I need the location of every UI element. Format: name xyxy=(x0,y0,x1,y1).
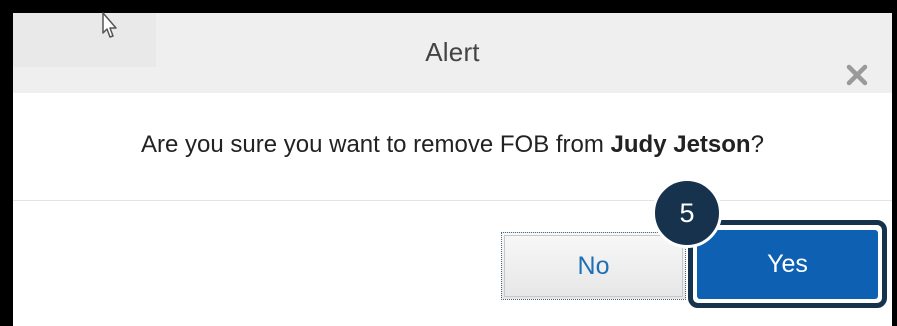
dialog-header: Alert xyxy=(13,12,892,93)
step-number-badge: 5 xyxy=(652,178,722,248)
footer-divider xyxy=(13,200,892,201)
dialog-body: Are you sure you want to remove FOB from… xyxy=(13,93,892,200)
confirmation-message: Are you sure you want to remove FOB from… xyxy=(13,131,892,159)
message-suffix: ? xyxy=(750,131,764,158)
dialog-title: Alert xyxy=(425,37,480,67)
close-x-icon xyxy=(846,64,868,86)
yes-button-label: Yes xyxy=(767,250,808,278)
member-name: Judy Jetson xyxy=(610,131,751,158)
message-prefix: Are you sure you want to remove FOB from xyxy=(141,131,611,158)
no-button[interactable]: No xyxy=(501,232,686,300)
yes-button[interactable]: Yes xyxy=(697,230,878,299)
no-button-label: No xyxy=(577,251,610,280)
close-icon[interactable] xyxy=(842,60,872,90)
